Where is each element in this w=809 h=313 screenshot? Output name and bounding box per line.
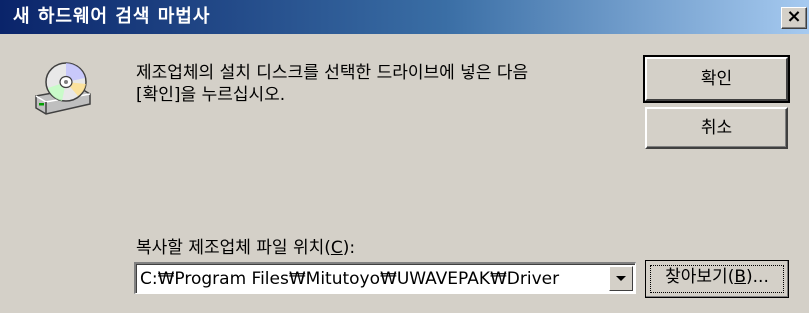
hardware-wizard-dialog: 새 하드웨어 검색 마법사 × 제조업체의 설치 디스크를 선택한 드라이브에 …	[0, 0, 809, 313]
file-location-label: 복사할 제조업체 파일 위치(C):	[136, 238, 356, 258]
ok-button-label: 확인	[700, 69, 733, 89]
browse-button[interactable]: 찾아보기(B)...	[645, 260, 789, 298]
title-bar[interactable]: 새 하드웨어 검색 마법사 ×	[0, 0, 809, 34]
file-location-value[interactable]: C:₩Program Files₩Mitutoyo₩UWAVEPAK₩Drive…	[140, 268, 605, 290]
close-button[interactable]: ×	[781, 7, 807, 29]
instruction-text: 제조업체의 설치 디스크를 선택한 드라이브에 넣은 다음 [확인]을 누르십시…	[136, 62, 626, 106]
cd-drive-icon	[35, 62, 91, 115]
browse-button-label: 찾아보기(B)...	[665, 267, 769, 287]
ok-button[interactable]: 확인	[643, 55, 790, 103]
close-icon: ×	[786, 6, 802, 27]
window-title: 새 하드웨어 검색 마법사	[13, 6, 211, 27]
instruction-line-1: 제조업체의 설치 디스크를 선택한 드라이브에 넣은 다음	[136, 63, 529, 83]
cancel-button[interactable]: 취소	[645, 107, 788, 149]
cancel-button-label: 취소	[700, 118, 733, 138]
instruction-line-2: [확인]을 누르십시오.	[136, 85, 286, 105]
file-location-combobox[interactable]: C:₩Program Files₩Mitutoyo₩UWAVEPAK₩Drive…	[134, 262, 636, 294]
chevron-down-icon[interactable]	[609, 266, 633, 291]
